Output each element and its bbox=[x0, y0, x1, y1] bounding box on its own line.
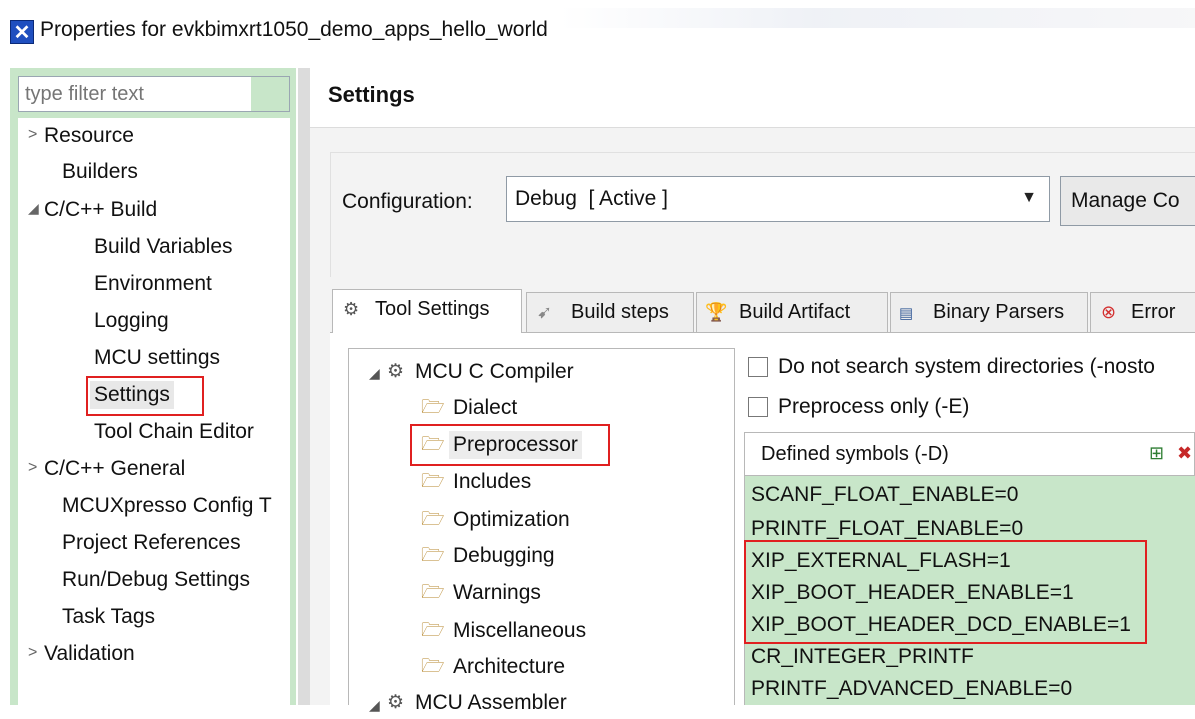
tool-mcu-assembler[interactable]: MCU Assembler bbox=[415, 689, 567, 717]
filter-input[interactable] bbox=[19, 77, 249, 111]
tab-build-artifact-label: Build Artifact bbox=[739, 301, 851, 323]
nav-item-cc-build[interactable]: C/C++ Build bbox=[44, 196, 157, 224]
symbol-item[interactable]: SCANF_FLOAT_ENABLE=0 bbox=[751, 480, 1018, 510]
annotation-box-xip-symbols bbox=[744, 540, 1147, 644]
category-miscellaneous[interactable]: Miscellaneous bbox=[453, 617, 586, 645]
chevron-right-icon[interactable]: > bbox=[28, 644, 37, 662]
folder-icon: 🗁 bbox=[421, 620, 445, 641]
tab-build-steps[interactable]: ➹ Build steps bbox=[526, 292, 694, 332]
chevron-down-icon[interactable]: ◢ bbox=[369, 359, 380, 387]
category-optimization[interactable]: Optimization bbox=[453, 506, 570, 534]
tab-build-steps-label: Build steps bbox=[571, 301, 669, 323]
filter-box bbox=[18, 76, 290, 112]
defined-symbols-header: Defined symbols (-D) ⊞ ✖ bbox=[744, 432, 1195, 476]
add-symbol-icon[interactable]: ⊞ bbox=[1149, 443, 1164, 464]
annotation-box-preprocessor bbox=[410, 424, 610, 466]
folder-icon: 🗁 bbox=[421, 397, 445, 418]
tool-settings-tree: ◢ ⚙ MCU C Compiler 🗁 Dialect 🗁 Preproces… bbox=[348, 348, 735, 714]
configuration-label: Configuration: bbox=[342, 190, 473, 213]
folder-icon: 🗁 bbox=[421, 471, 445, 492]
configuration-value: Debug [ Active ] bbox=[515, 187, 668, 210]
category-includes[interactable]: Includes bbox=[453, 468, 531, 496]
nav-item-mcuxpresso-config[interactable]: MCUXpresso Config T bbox=[62, 492, 272, 520]
annotation-box-settings bbox=[86, 376, 204, 416]
preprocess-only-label: Preprocess only (-E) bbox=[778, 395, 970, 418]
error-icon: ⊗ bbox=[1101, 302, 1117, 322]
tab-error-parsers-label: Error bbox=[1131, 301, 1176, 323]
trophy-icon: 🏆 bbox=[705, 302, 728, 322]
gear-icon: ⚙ bbox=[387, 361, 405, 382]
nav-item-cc-general[interactable]: C/C++ General bbox=[44, 455, 185, 483]
nav-item-builders[interactable]: Builders bbox=[62, 158, 138, 186]
gear-icon: ⚙ bbox=[343, 299, 360, 319]
manage-configurations-button[interactable]: Manage Co bbox=[1060, 176, 1195, 226]
folder-icon: 🗁 bbox=[421, 509, 445, 530]
folder-icon: 🗁 bbox=[421, 582, 445, 603]
binary-icon: ▤ bbox=[899, 305, 914, 322]
pane-divider[interactable] bbox=[298, 68, 310, 705]
tab-tool-settings[interactable]: ⚙ Tool Settings bbox=[332, 289, 522, 333]
dropdown-arrow-icon: ▼ bbox=[1021, 189, 1037, 206]
configuration-select[interactable]: Debug [ Active ] ▼ bbox=[506, 176, 1050, 222]
gear-icon: ⚙ bbox=[387, 692, 405, 713]
window-title: Properties for evkbimxrt1050_demo_apps_h… bbox=[40, 18, 548, 41]
chevron-right-icon[interactable]: > bbox=[28, 459, 37, 477]
build-steps-icon: ➹ bbox=[537, 302, 553, 322]
tab-error-parsers[interactable]: ⊗ Error bbox=[1090, 292, 1195, 332]
nav-item-project-references[interactable]: Project References bbox=[62, 529, 241, 557]
tab-binary-parsers[interactable]: ▤ Binary Parsers bbox=[890, 292, 1088, 332]
tab-tool-settings-label: Tool Settings bbox=[375, 298, 490, 320]
tool-mcu-c-compiler[interactable]: MCU C Compiler bbox=[415, 358, 574, 386]
nav-item-mcu-settings[interactable]: MCU settings bbox=[94, 344, 220, 372]
nav-item-resource[interactable]: Resource bbox=[44, 122, 134, 150]
preprocess-only-checkbox[interactable] bbox=[748, 397, 768, 417]
nostdinc-label: Do not search system directories (-nosto bbox=[778, 355, 1155, 378]
nav-item-logging[interactable]: Logging bbox=[94, 307, 169, 335]
category-warnings[interactable]: Warnings bbox=[453, 579, 541, 607]
folder-icon: 🗁 bbox=[421, 545, 445, 566]
tab-build-artifact[interactable]: 🏆 Build Artifact bbox=[696, 292, 888, 332]
chevron-down-icon[interactable]: ◢ bbox=[28, 200, 39, 217]
symbol-item[interactable]: PRINTF_ADVANCED_ENABLE=0 bbox=[751, 674, 1072, 704]
nav-item-task-tags[interactable]: Task Tags bbox=[62, 603, 155, 631]
symbol-item[interactable]: CR_INTEGER_PRINTF bbox=[751, 642, 974, 672]
nav-item-run-debug-settings[interactable]: Run/Debug Settings bbox=[62, 566, 250, 594]
chevron-right-icon[interactable]: > bbox=[28, 126, 37, 144]
filter-clear-area bbox=[251, 77, 289, 111]
x-app-icon: ✕ bbox=[10, 20, 34, 44]
page-title: Settings bbox=[328, 82, 415, 107]
nav-item-validation[interactable]: Validation bbox=[44, 640, 135, 668]
nav-item-tool-chain-editor[interactable]: Tool Chain Editor bbox=[94, 418, 254, 446]
folder-icon: 🗁 bbox=[421, 656, 445, 677]
manage-configurations-label: Manage Co bbox=[1071, 189, 1180, 212]
category-architecture[interactable]: Architecture bbox=[453, 653, 565, 681]
tab-binary-parsers-label: Binary Parsers bbox=[933, 301, 1065, 323]
nav-item-environment[interactable]: Environment bbox=[94, 270, 212, 298]
nav-item-build-variables[interactable]: Build Variables bbox=[94, 233, 233, 261]
nostdinc-checkbox[interactable] bbox=[748, 357, 768, 377]
title-bar-decoration bbox=[560, 8, 1195, 28]
page-header bbox=[310, 68, 1195, 128]
defined-symbols-title: Defined symbols (-D) bbox=[761, 443, 949, 465]
chevron-down-icon[interactable]: ◢ bbox=[369, 691, 380, 719]
category-debugging[interactable]: Debugging bbox=[453, 542, 555, 570]
delete-symbol-icon[interactable]: ✖ bbox=[1177, 443, 1192, 464]
category-dialect[interactable]: Dialect bbox=[453, 394, 517, 422]
